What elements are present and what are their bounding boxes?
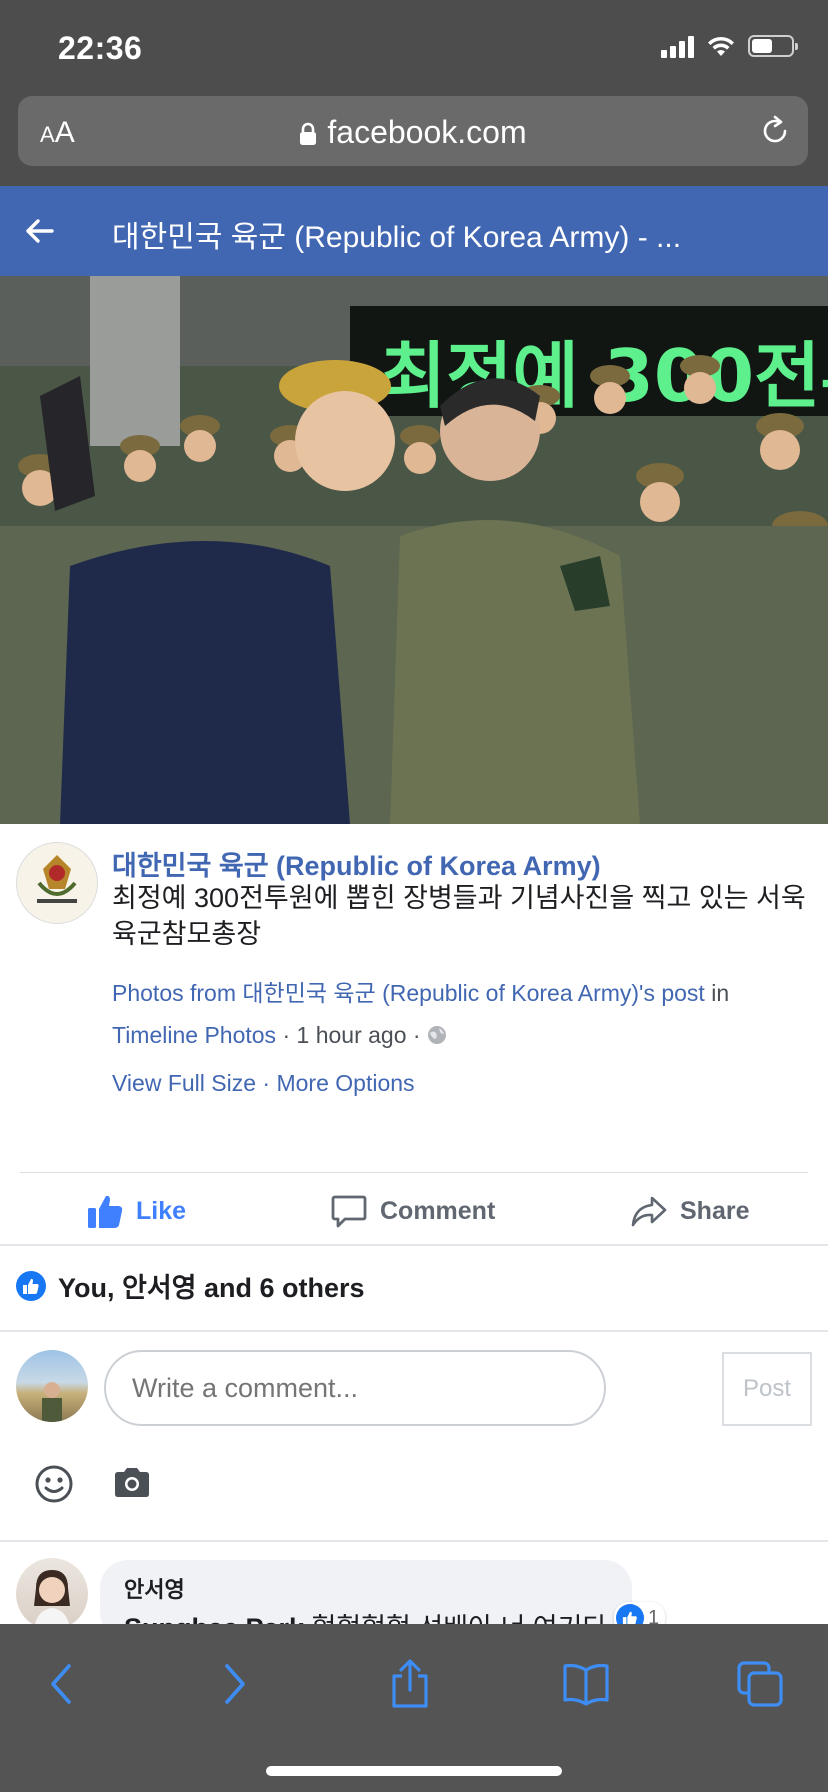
album-link[interactable]: Timeline Photos bbox=[112, 1022, 276, 1048]
meta-separator: · bbox=[412, 1022, 421, 1048]
share-button[interactable]: Share bbox=[630, 1192, 749, 1230]
current-user-avatar bbox=[16, 1350, 88, 1422]
post-meta-time: Timeline Photos · 1 hour ago · bbox=[112, 1022, 447, 1049]
reload-icon[interactable] bbox=[758, 114, 792, 148]
post-caption: 최정예 300전투원에 뽑힌 장병들과 기념사진을 찍고 있는 서욱 육군참모총… bbox=[112, 883, 806, 949]
meta-separator: · bbox=[282, 1022, 291, 1048]
comment-input[interactable] bbox=[104, 1350, 606, 1426]
reaction-summary[interactable]: You, 안서영 and 6 others bbox=[16, 1266, 365, 1305]
actions-top-divider bbox=[20, 1172, 808, 1173]
home-indicator[interactable] bbox=[266, 1766, 562, 1776]
status-icons bbox=[661, 34, 798, 58]
share-sheet-icon bbox=[392, 1659, 428, 1708]
comment-label: Comment bbox=[380, 1196, 496, 1225]
reaction-summary-text: You, 안서영 and 6 others bbox=[58, 1273, 365, 1303]
post-meta-source: Photos from 대한민국 육군 (Republic of Korea A… bbox=[112, 974, 729, 1008]
browser-toolbar bbox=[0, 1624, 828, 1792]
actions-bottom-divider bbox=[0, 1244, 828, 1246]
address-bar[interactable]: AA facebook.com bbox=[18, 96, 808, 166]
view-full-size-link[interactable]: View Full Size bbox=[112, 1070, 256, 1096]
status-time: 22:36 bbox=[58, 30, 143, 66]
cellular-signal-icon bbox=[661, 34, 694, 58]
camera-icon[interactable] bbox=[112, 1466, 152, 1500]
browser-tabs-button[interactable] bbox=[730, 1654, 790, 1714]
browser-forward-button[interactable] bbox=[204, 1654, 264, 1714]
chevron-left-icon bbox=[51, 1664, 71, 1704]
comment-icon bbox=[331, 1195, 367, 1228]
comment-author-name[interactable]: 안서영 bbox=[124, 1572, 185, 1604]
facebook-header: 대한민국 육군 (Republic of Korea Army) - ... bbox=[0, 186, 828, 276]
like-button[interactable]: Like bbox=[86, 1192, 186, 1230]
emoji-icon[interactable] bbox=[34, 1464, 74, 1504]
post-comment-button[interactable]: Post bbox=[722, 1352, 812, 1426]
photo-illustration: 최정예 300전투원 bbox=[0, 276, 828, 824]
browser-address-area: AA facebook.com bbox=[0, 92, 828, 186]
meta-separator: · bbox=[262, 1070, 271, 1096]
lock-icon bbox=[300, 122, 317, 145]
page-title: 대한민국 육군 (Republic of Korea Army) - ... bbox=[112, 221, 682, 254]
share-icon bbox=[631, 1196, 667, 1227]
like-reaction-icon bbox=[16, 1270, 46, 1301]
photos-from-link[interactable]: Photos from 대한민국 육군 (Republic of Korea A… bbox=[112, 980, 705, 1006]
post-photo[interactable]: 최정예 300전투원 bbox=[0, 276, 828, 824]
url-display[interactable]: facebook.com bbox=[18, 114, 808, 151]
globe-icon bbox=[427, 1026, 446, 1044]
reactions-divider bbox=[0, 1330, 828, 1332]
post-actions: Like Comment Share bbox=[0, 1174, 828, 1246]
status-bar: 22:36 bbox=[0, 0, 828, 92]
back-arrow-icon[interactable] bbox=[22, 214, 56, 248]
book-icon bbox=[563, 1663, 609, 1706]
post-meta-links: View Full Size · More Options bbox=[112, 1070, 415, 1097]
tabs-icon bbox=[737, 1661, 783, 1707]
comment-author-avatar[interactable] bbox=[16, 1558, 88, 1630]
share-label: Share bbox=[680, 1196, 750, 1225]
url-text: facebook.com bbox=[327, 114, 527, 150]
comment-button[interactable]: Comment bbox=[330, 1192, 495, 1230]
wifi-icon bbox=[708, 36, 734, 56]
page-avatar[interactable] bbox=[16, 842, 98, 924]
composer-divider bbox=[0, 1540, 828, 1542]
meta-in-text: in bbox=[711, 980, 730, 1006]
browser-back-button[interactable] bbox=[32, 1654, 92, 1714]
like-label: Like bbox=[136, 1196, 187, 1225]
post-time: 1 hour ago bbox=[296, 1022, 407, 1048]
chevron-right-icon bbox=[225, 1664, 245, 1704]
post-page-name[interactable]: 대한민국 육군 (Republic of Korea Army) bbox=[112, 844, 601, 883]
thumbs-up-icon bbox=[88, 1195, 123, 1228]
browser-share-button[interactable] bbox=[380, 1654, 440, 1714]
army-emblem-icon bbox=[17, 843, 97, 923]
more-options-link[interactable]: More Options bbox=[276, 1070, 414, 1096]
battery-icon bbox=[748, 35, 798, 57]
browser-bookmarks-button[interactable] bbox=[556, 1654, 616, 1714]
